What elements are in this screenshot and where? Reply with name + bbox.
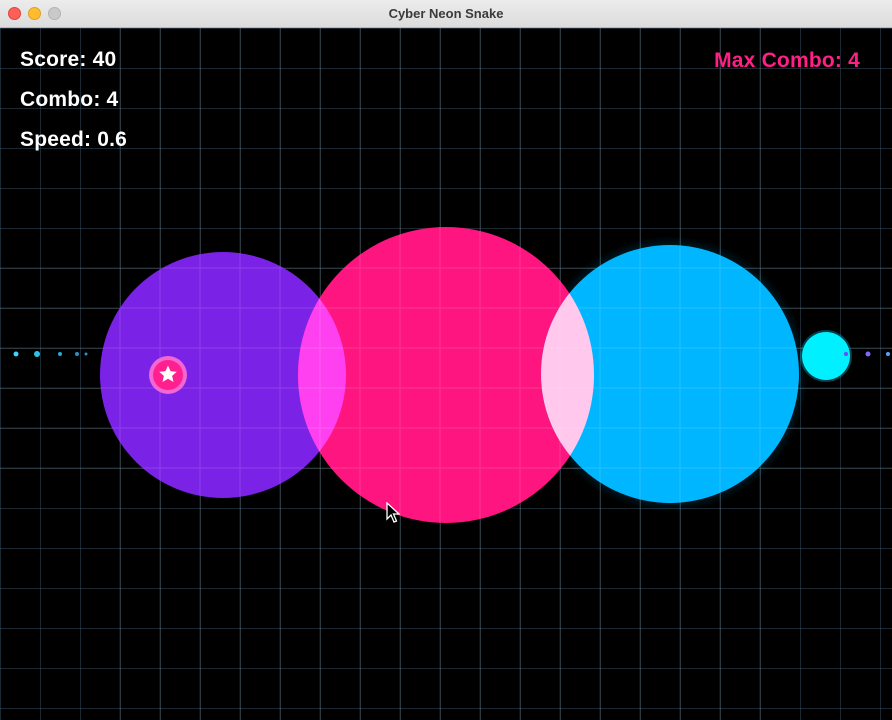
game-scene (0, 28, 892, 720)
window-title: Cyber Neon Snake (388, 6, 504, 21)
cursor-icon (386, 502, 400, 523)
cyan-orb (802, 332, 850, 380)
trail-dot (75, 352, 79, 356)
game-canvas[interactable]: Score: 40 Combo: 4 Speed: 0.6 Max Combo:… (0, 28, 892, 720)
trail-dot (13, 351, 19, 357)
max-combo-label: Max Combo: 4 (714, 49, 860, 72)
trail-dot (34, 351, 40, 357)
trail-dot (58, 352, 62, 356)
trail-dot (886, 352, 890, 356)
score-label: Score: 40 (20, 48, 117, 71)
title-bar: Cyber Neon Snake (0, 0, 892, 28)
trail-dot (844, 352, 848, 356)
trail-dot (865, 351, 871, 357)
trail-dot (84, 352, 88, 356)
game-window: Cyber Neon Snake Score: 40 Combo: 4 Spee… (0, 0, 892, 720)
combo-label: Combo: 4 (20, 88, 119, 111)
speed-label: Speed: 0.6 (20, 128, 128, 151)
star-powerup (149, 356, 187, 394)
